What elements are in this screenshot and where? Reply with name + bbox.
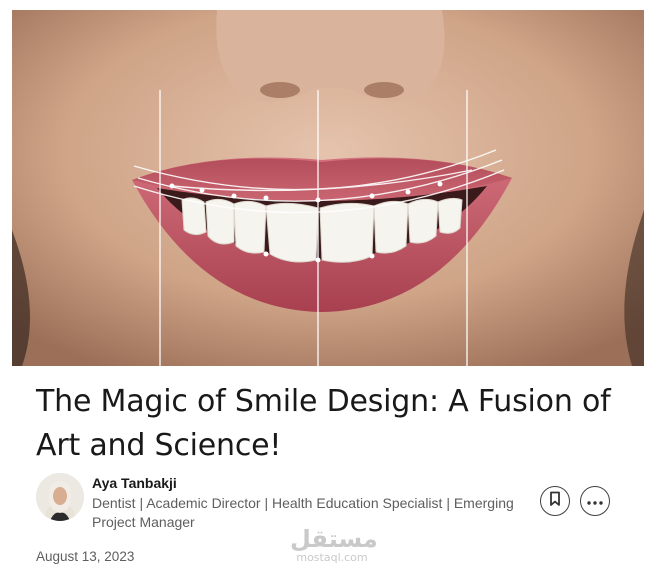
- watermark-latin: mostaql.com: [296, 551, 368, 564]
- article-cover-image: [12, 10, 644, 366]
- avatar[interactable]: [36, 473, 84, 521]
- more-options-button[interactable]: [580, 486, 610, 516]
- bookmark-icon: [548, 491, 562, 512]
- ellipsis-icon: [587, 492, 603, 510]
- author-name[interactable]: Aya Tanbakji: [92, 475, 177, 491]
- author-headline: Dentist | Academic Director | Health Edu…: [92, 495, 514, 530]
- save-article-button[interactable]: [540, 486, 570, 516]
- publish-date: August 13, 2023: [36, 549, 135, 564]
- author-byline: Aya Tanbakji Dentist | Academic Director…: [36, 473, 636, 533]
- article-title: The Magic of Smile Design: A Fusion of A…: [36, 384, 611, 463]
